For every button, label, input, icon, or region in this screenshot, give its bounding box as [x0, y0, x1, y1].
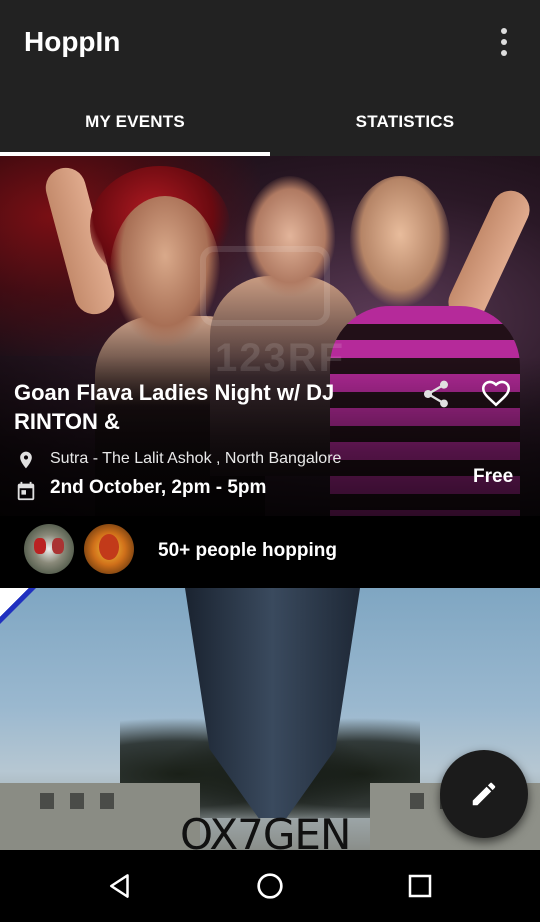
- system-nav-bar: [0, 850, 540, 922]
- pencil-icon[interactable]: [440, 750, 528, 838]
- event-venue: Sutra - The Lalit Ashok , North Bangalor…: [50, 450, 342, 467]
- location-pin-icon: [16, 448, 36, 472]
- tab-my-events[interactable]: MY EVENTS: [0, 96, 270, 156]
- calendar-icon: [15, 480, 37, 502]
- event-price: Free: [473, 466, 514, 487]
- app-bar: HoppIn MY EVENTS STATISTICS: [0, 0, 540, 156]
- event-title: Goan Flava Ladies Night w/ DJ RINTON &: [14, 380, 335, 434]
- app-title: HoppIn: [24, 26, 121, 57]
- avatar[interactable]: [24, 524, 74, 574]
- back-triangle-icon[interactable]: [102, 868, 138, 904]
- event-card[interactable]: 123RF Goan Flava Ladies Night w/ DJ RINT…: [0, 156, 540, 588]
- more-vert-icon[interactable]: [490, 24, 518, 60]
- avatar[interactable]: [84, 524, 134, 574]
- home-circle-icon[interactable]: [252, 868, 288, 904]
- event-date: 2nd October, 2pm - 5pm: [50, 477, 267, 498]
- heart-outline-icon[interactable]: [478, 376, 514, 410]
- recent-square-icon[interactable]: [402, 868, 438, 904]
- share-icon[interactable]: [420, 378, 452, 410]
- hopping-count: 50+ people hopping: [158, 540, 337, 561]
- tab-statistics[interactable]: STATISTICS: [270, 96, 540, 156]
- event-banner-logo: OX7GEN: [180, 810, 351, 850]
